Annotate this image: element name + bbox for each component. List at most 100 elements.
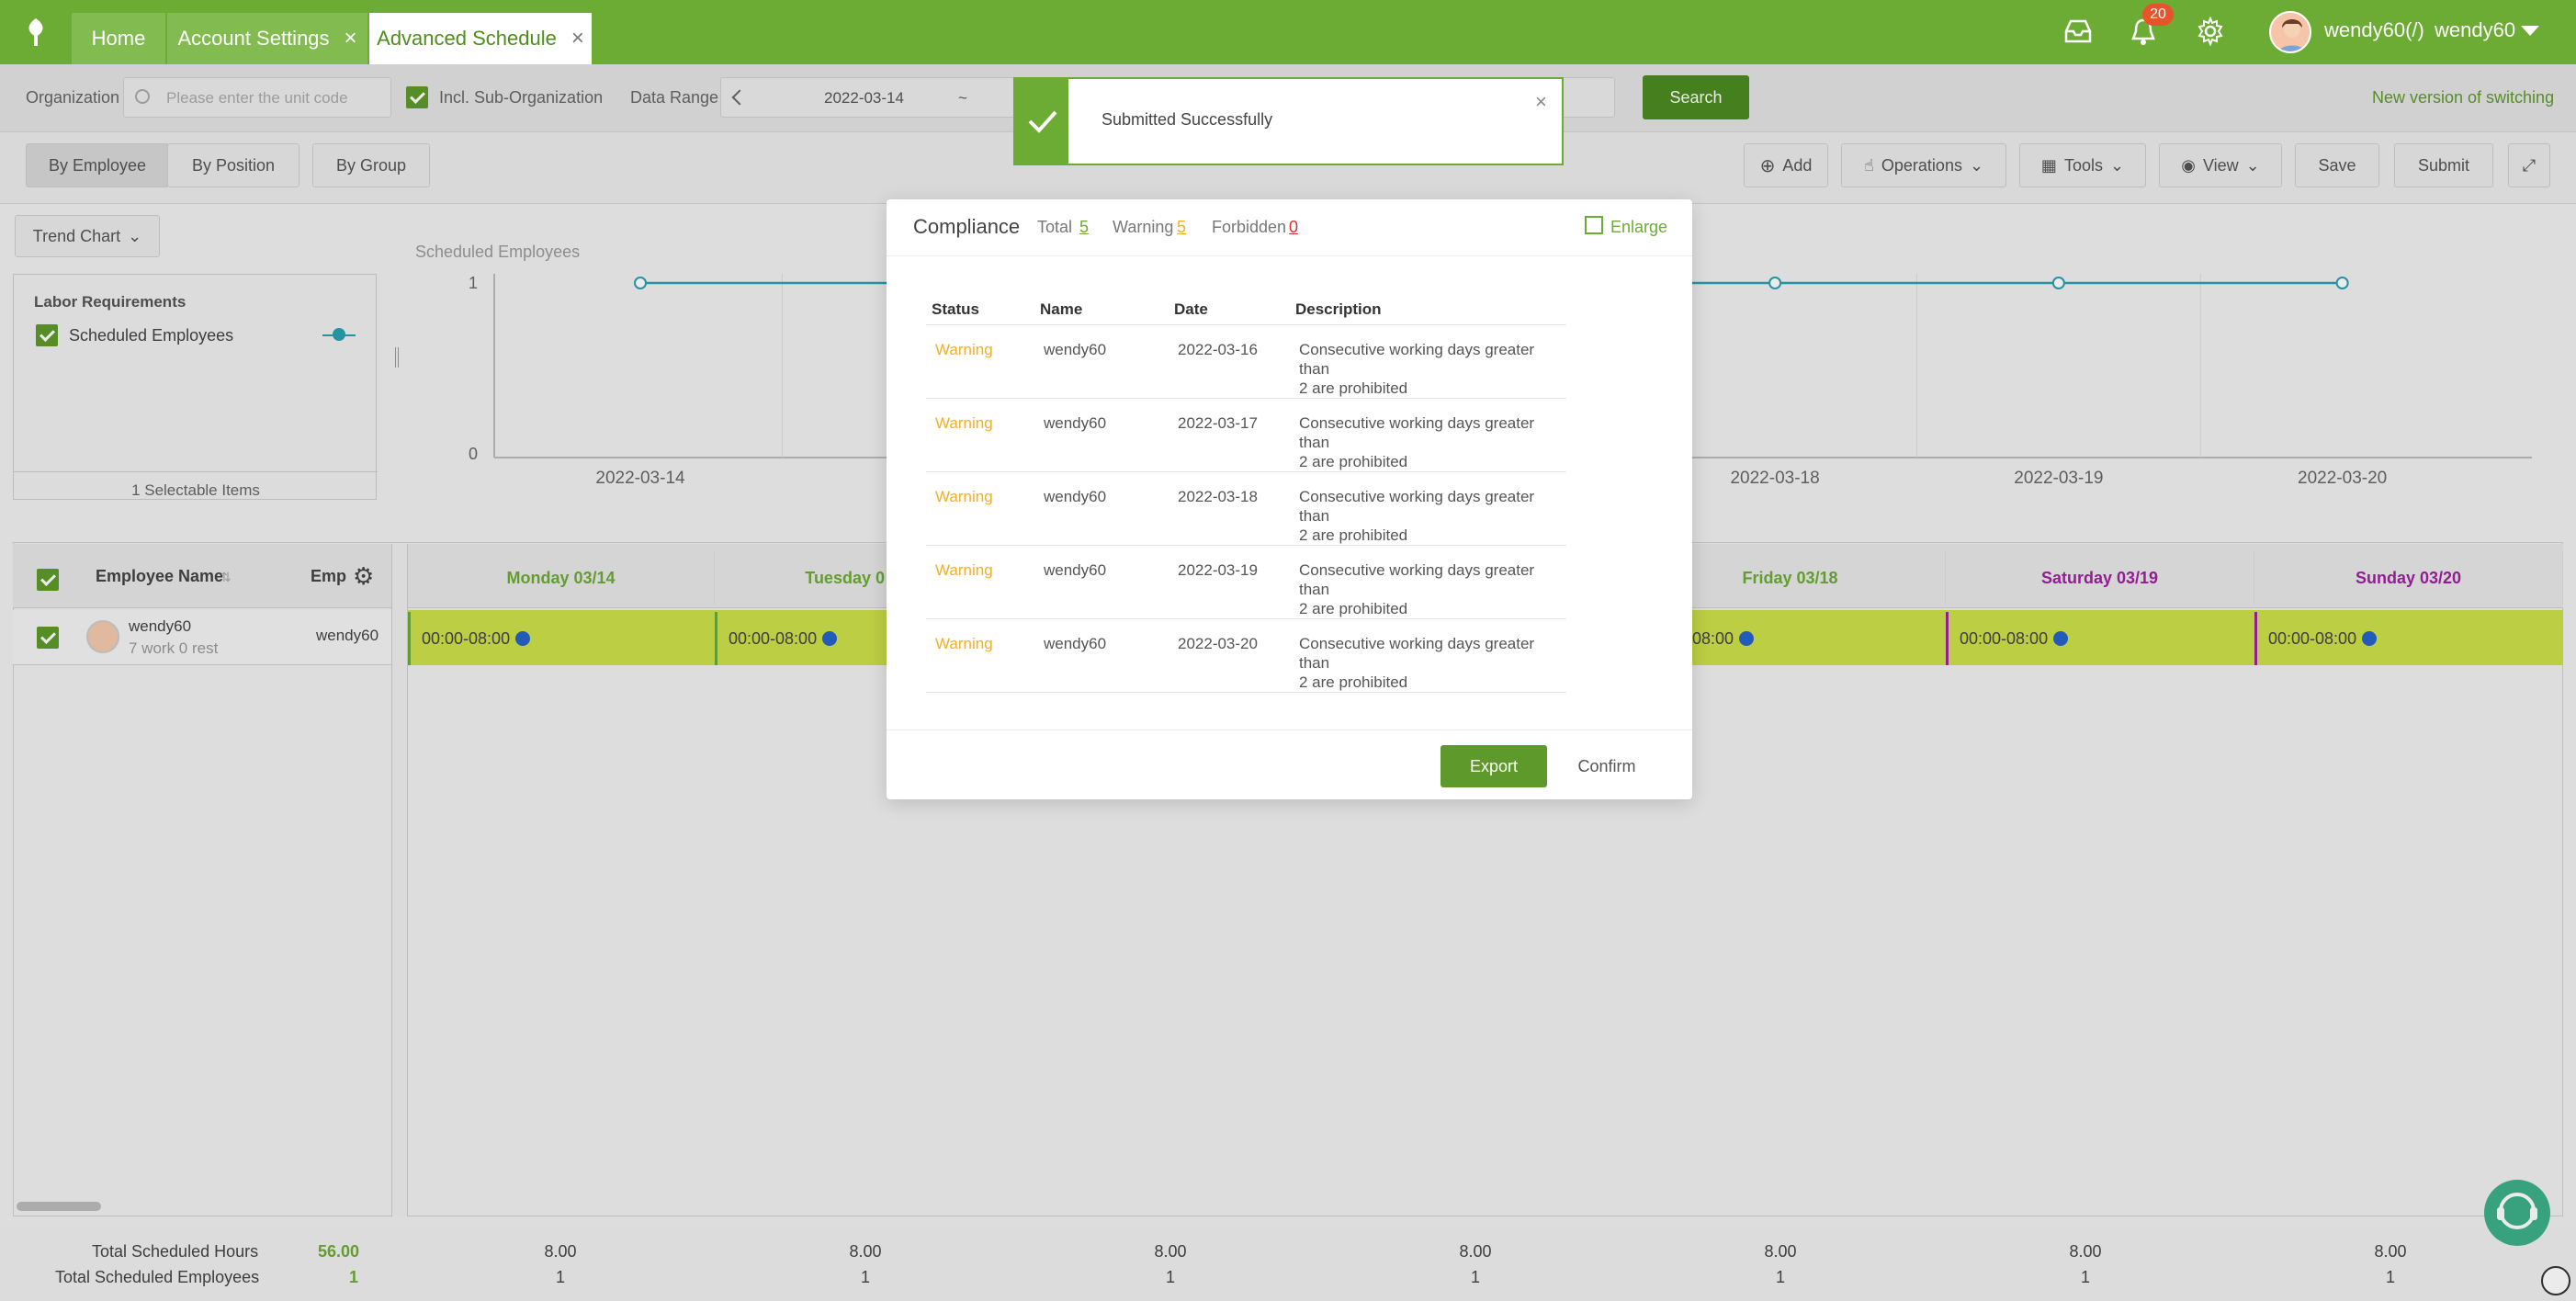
- grid-icon: ▦: [2040, 155, 2057, 175]
- row-description-line: Consecutive working days greater than: [1299, 487, 1535, 525]
- incl-sub-org-checkbox[interactable]: [406, 86, 428, 108]
- start-date[interactable]: 2022-03-14: [824, 89, 904, 107]
- shift-time: 00:00-08:00: [422, 628, 511, 648]
- employee-avatar: [86, 620, 119, 653]
- scheduled-employees-checkbox[interactable]: [36, 324, 58, 346]
- enlarge-button[interactable]: Enlarge: [1610, 218, 1667, 237]
- splitter-handle[interactable]: [395, 347, 399, 368]
- data-range-label: Data Range: [630, 88, 719, 107]
- close-icon[interactable]: ×: [1535, 90, 1547, 114]
- day-total-employees: 1: [2080, 1268, 2090, 1286]
- close-icon[interactable]: ×: [571, 26, 584, 51]
- view-by-position[interactable]: By Position: [167, 143, 299, 187]
- user-label[interactable]: wendy60(/): [2324, 18, 2424, 42]
- search-button[interactable]: Search: [1643, 75, 1749, 119]
- top-bar: Home Account Settings × Advanced Schedule…: [0, 0, 2576, 64]
- flag-icon: [515, 631, 531, 646]
- day-total-employees: 1: [1775, 1268, 1785, 1286]
- user-name[interactable]: wendy60: [2435, 18, 2515, 42]
- select-all-checkbox[interactable]: [37, 569, 59, 591]
- warning-count[interactable]: 5: [1177, 218, 1186, 237]
- save-button[interactable]: Save: [2295, 143, 2379, 187]
- data-point: [634, 277, 647, 289]
- day-header: Saturday 03/19: [1946, 551, 2254, 605]
- shift-cell[interactable]: 00:00-08:00: [1946, 612, 2254, 665]
- search-icon: [135, 89, 150, 104]
- day-total-hours: 8.00: [1764, 1242, 1797, 1261]
- view-by-group[interactable]: By Group: [312, 143, 430, 187]
- tab-advanced-schedule[interactable]: Advanced Schedule ×: [369, 13, 592, 64]
- horizontal-scrollbar[interactable]: [17, 1202, 101, 1211]
- shift-cell[interactable]: 00:00-08:00: [715, 612, 889, 665]
- tools-label: Tools: [2063, 155, 2103, 175]
- new-version-link[interactable]: New version of switching: [2372, 88, 2554, 107]
- tab-home[interactable]: Home: [72, 13, 165, 64]
- row-status: Warning: [926, 398, 1034, 472]
- row-description-line: 2 are prohibited: [1299, 379, 1408, 397]
- row-description: Consecutive working days greater than 2 a…: [1290, 545, 1566, 619]
- trend-chart-dropdown[interactable]: Trend Chart ⌄: [15, 215, 160, 257]
- submit-button[interactable]: Submit: [2394, 143, 2493, 187]
- data-point: [2335, 277, 2349, 289]
- data-point: [1768, 277, 1782, 289]
- forbidden-label[interactable]: Forbidden: [1212, 218, 1286, 237]
- eye-icon: ◉: [2181, 155, 2196, 175]
- app-logo-icon[interactable]: [22, 17, 50, 48]
- tab-account-settings[interactable]: Account Settings ×: [167, 13, 367, 64]
- inbox-icon[interactable]: [2063, 18, 2093, 44]
- expand-icon[interactable]: [1585, 216, 1603, 234]
- view-label: View: [2202, 155, 2239, 175]
- view-by-employee[interactable]: By Employee: [26, 143, 169, 187]
- fullscreen-icon[interactable]: ⤢: [2508, 143, 2550, 187]
- forbidden-count[interactable]: 0: [1289, 218, 1298, 237]
- cursor-icon: [2541, 1266, 2570, 1295]
- organization-input[interactable]: Please enter the unit code: [123, 77, 391, 118]
- operations-button[interactable]: ☝ Operations ⌄: [1841, 143, 2006, 187]
- export-button[interactable]: Export: [1441, 745, 1547, 787]
- warning-label[interactable]: Warning: [1113, 218, 1173, 237]
- chevron-down-icon[interactable]: [2521, 26, 2539, 36]
- day-total-employees: 1: [1165, 1268, 1175, 1286]
- row-status: Warning: [926, 471, 1034, 546]
- close-icon[interactable]: ×: [345, 26, 357, 51]
- tools-button[interactable]: ▦ Tools ⌄: [2019, 143, 2146, 187]
- confirm-button[interactable]: Confirm: [1562, 745, 1652, 787]
- row-name: wendy60: [1034, 471, 1169, 546]
- toast-message: Submitted Successfully: [1102, 110, 1273, 129]
- operations-label: Operations: [1881, 155, 1962, 175]
- description-column-header: Description: [1290, 295, 1566, 325]
- check-icon: [1015, 79, 1068, 164]
- employee-row-checkbox[interactable]: [37, 627, 59, 649]
- chevron-left-icon[interactable]: [731, 89, 748, 106]
- row-status: Warning: [926, 324, 1034, 399]
- flag-icon: [2053, 631, 2069, 646]
- x-tick-label: 2022-03-20: [2298, 469, 2387, 488]
- row-description-line: 2 are prohibited: [1299, 673, 1408, 691]
- row-status: Warning: [926, 545, 1034, 619]
- tab-label: Account Settings: [177, 27, 330, 50]
- row-date: 2022-03-19: [1169, 545, 1290, 619]
- compliance-modal: Compliance Total 5 Warning 5 Forbidden 0…: [887, 199, 1692, 799]
- x-tick-label: 2022-03-14: [595, 469, 685, 488]
- grid-vsplitter[interactable]: [391, 544, 408, 1216]
- shift-cell[interactable]: 00:00-08:00: [2254, 612, 2563, 665]
- chat-support-icon[interactable]: [2484, 1180, 2550, 1246]
- row-name: wendy60: [1034, 398, 1169, 472]
- row-name: wendy60: [1034, 324, 1169, 399]
- add-button[interactable]: ⊕ Add: [1744, 143, 1828, 187]
- shift-cell[interactable]: 00:00-08:00: [408, 612, 715, 665]
- avatar[interactable]: [2269, 11, 2311, 53]
- total-label[interactable]: Total: [1037, 218, 1072, 237]
- total-count[interactable]: 5: [1079, 218, 1089, 237]
- date-column-header: Date: [1169, 295, 1290, 325]
- x-tick-label: 2022-03-18: [1730, 469, 1819, 488]
- gear-icon[interactable]: [2196, 16, 2225, 47]
- column-settings-icon[interactable]: ⚙: [353, 562, 374, 591]
- chevron-down-icon: ⌄: [1969, 155, 1984, 175]
- labor-requirements-panel: Labor Requirements Scheduled Employees 1…: [13, 274, 378, 500]
- view-button[interactable]: ◉ View ⌄: [2159, 143, 2282, 187]
- sort-icon[interactable]: ⇅: [220, 570, 232, 585]
- incl-sub-org-label: Incl. Sub-Organization: [439, 88, 604, 107]
- employee-name-header[interactable]: Employee Name: [96, 567, 223, 586]
- row-date: 2022-03-20: [1169, 618, 1290, 693]
